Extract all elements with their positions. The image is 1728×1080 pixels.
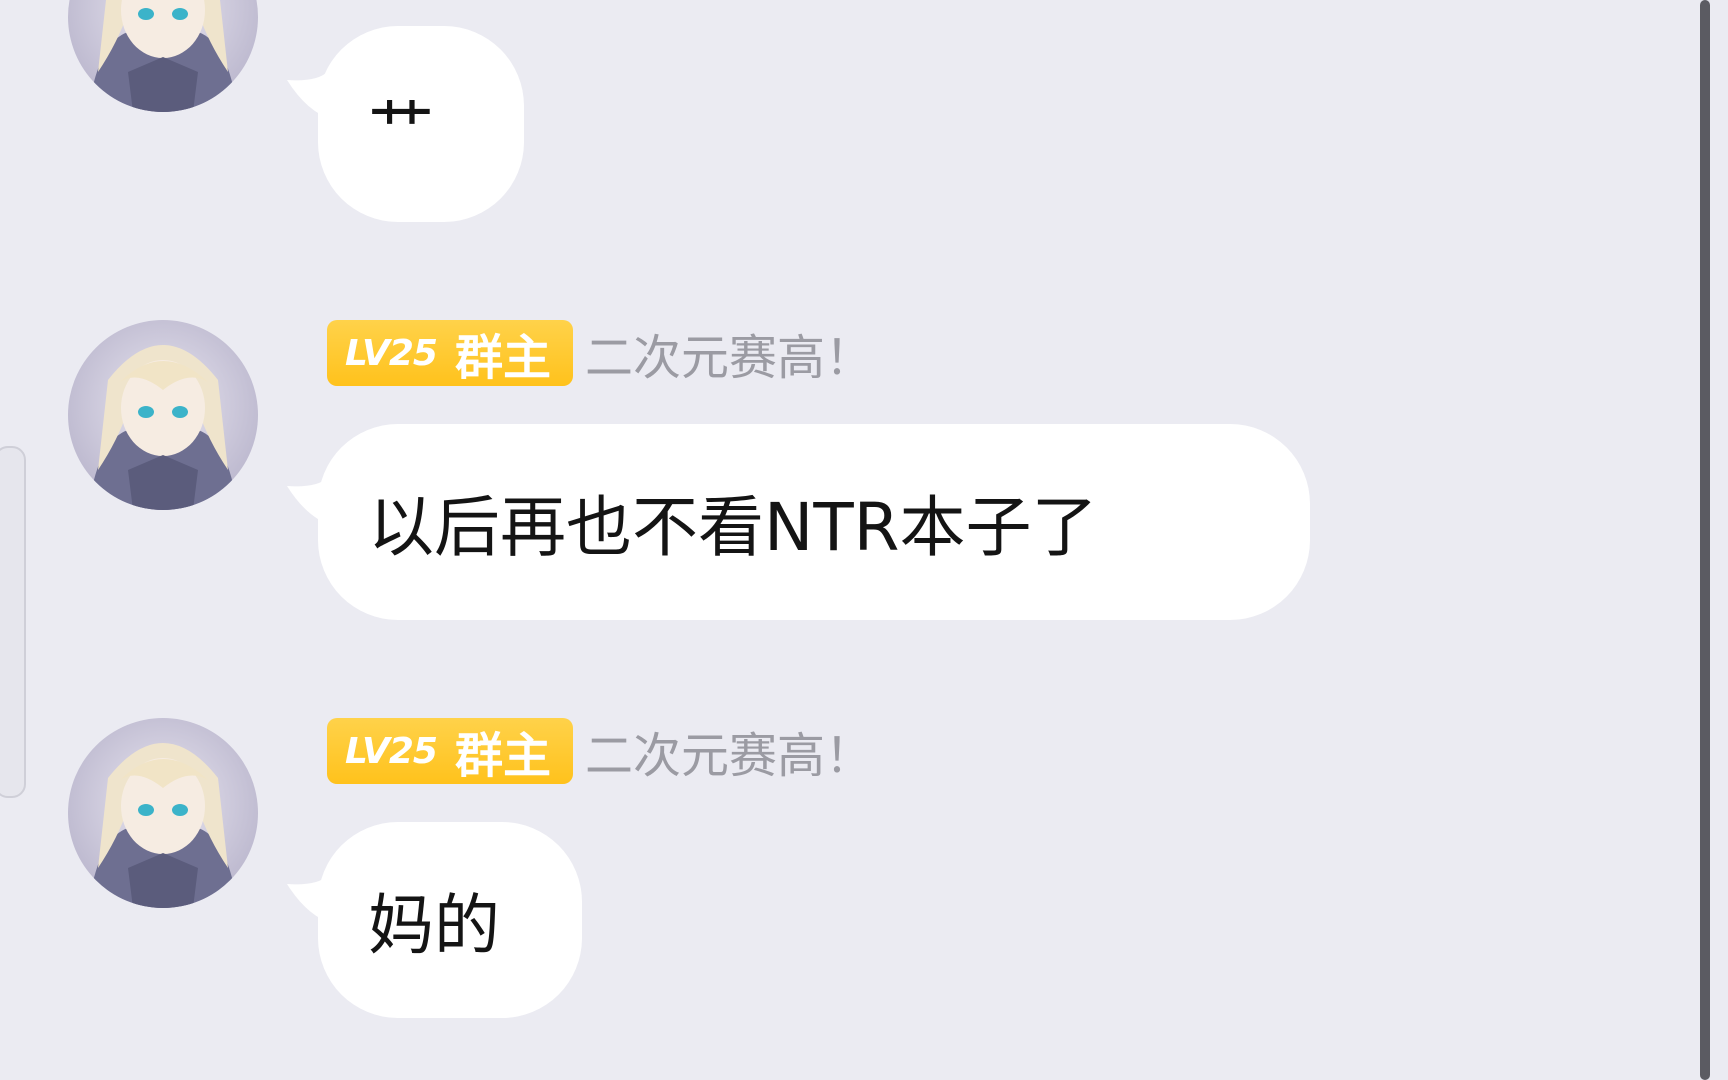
bubble-tail-icon [287, 478, 333, 526]
side-drawer-handle[interactable] [0, 446, 26, 798]
message-text: 以后再也不看NTR本子了 [368, 489, 1098, 566]
level-badge: LV25 群主 [327, 320, 573, 386]
bubble-tail-icon [287, 876, 333, 924]
scrollbar-thumb[interactable] [1700, 0, 1710, 1080]
sender-nickname[interactable]: 二次元赛高！ [585, 318, 873, 388]
sender-header: LV25 群主 二次元赛高！ [327, 320, 873, 386]
avatar-icon[interactable] [68, 718, 258, 908]
message-bubble[interactable]: 妈的 [318, 822, 582, 1018]
chat-window: 艹 LV25 群主 二次元赛高！ 以后再也不看NTR本子了 LV25 群主 二次… [0, 0, 1728, 1080]
avatar-icon[interactable] [68, 0, 258, 112]
level-label: LV25 [345, 332, 438, 374]
bubble-tail-icon [287, 72, 333, 120]
sender-header: LV25 群主 二次元赛高！ [327, 718, 873, 784]
avatar-icon[interactable] [68, 320, 258, 510]
message-bubble[interactable]: 以后再也不看NTR本子了 [318, 424, 1310, 620]
level-badge: LV25 群主 [327, 718, 573, 784]
message-text: 妈的 [368, 887, 500, 964]
role-label: 群主 [454, 728, 551, 784]
sender-nickname[interactable]: 二次元赛高！ [585, 716, 873, 786]
role-label: 群主 [454, 330, 551, 386]
level-label: LV25 [345, 730, 438, 772]
message-bubble[interactable]: 艹 [318, 26, 524, 222]
message-text: 艹 [368, 91, 434, 168]
